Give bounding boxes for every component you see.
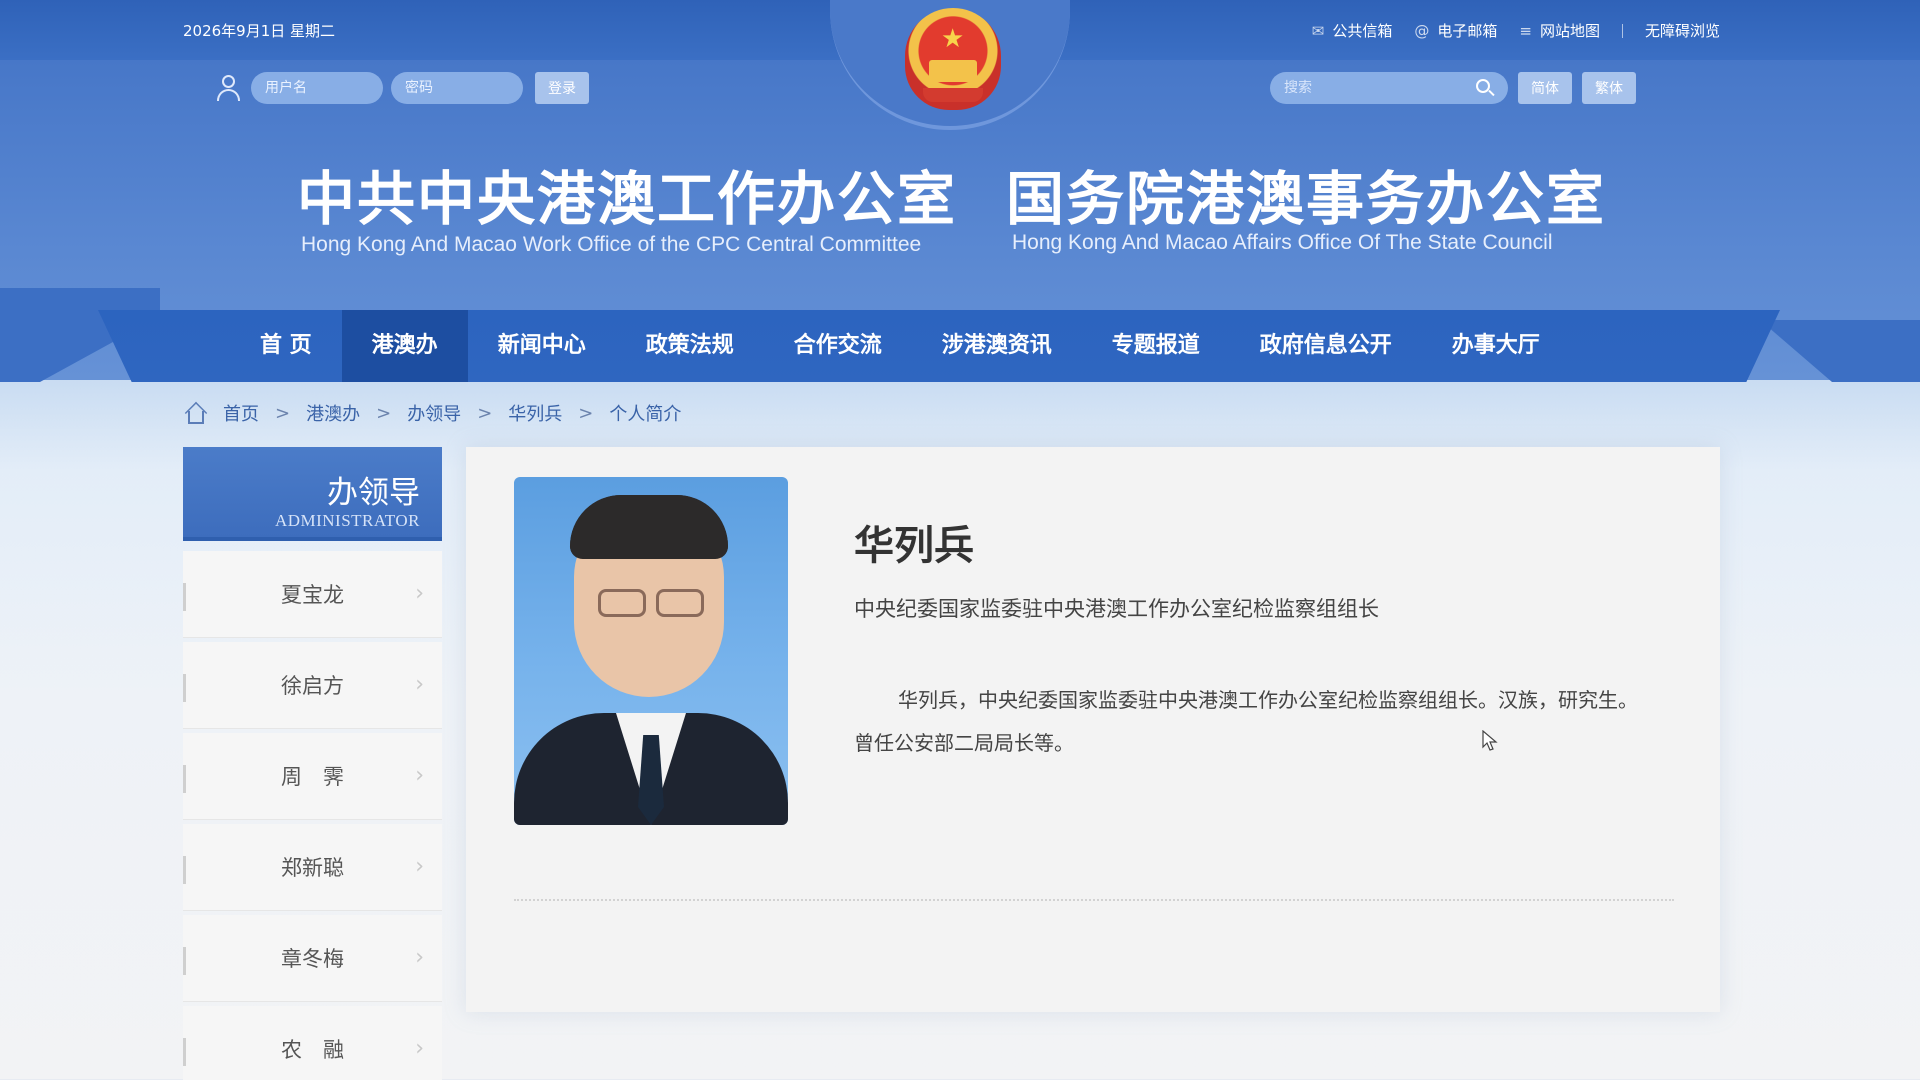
sidebar-item-leader[interactable]: 章冬梅 › (183, 915, 442, 1001)
user-icon-head (222, 75, 235, 88)
sidebar-item-label: 徐启方 (281, 674, 344, 698)
sitemap-link[interactable]: ≡ 网站地图 (1519, 20, 1600, 41)
item-marker (183, 674, 186, 702)
nav-item-policy[interactable]: 政策法规 (616, 310, 764, 382)
portrait-hair-top (570, 495, 728, 559)
breadcrumb-person[interactable]: 华列兵 (508, 400, 562, 426)
user-icon (215, 73, 241, 103)
profile-bio: 华列兵，中央纪委国家监委驻中央港澳工作办公室纪检监察组组长。汉族，研究生。曾任公… (854, 688, 1638, 755)
chevron-right-icon: › (415, 854, 424, 879)
sidebar-item-label: 农 融 (281, 1038, 344, 1062)
sidebar-item-leader[interactable]: 郑新聪 › (183, 824, 442, 910)
item-marker (183, 856, 186, 884)
chevron-right-icon: › (415, 945, 424, 970)
email-link-label: 电子邮箱 (1437, 22, 1498, 40)
sidebar-subtitle: ADMINISTRATOR (274, 511, 420, 530)
item-marker (183, 1038, 186, 1066)
sidebar-title: 办领导 (327, 475, 420, 511)
username-input[interactable] (251, 72, 383, 104)
item-marker (183, 947, 186, 975)
breadcrumb-separator: > (275, 402, 291, 424)
profile-name: 华列兵 (854, 523, 974, 569)
breadcrumb: 首页 > 港澳办 > 办领导 > 华列兵 > 个人简介 (183, 400, 681, 426)
link-divider (1621, 23, 1623, 38)
sidebar-item-leader[interactable]: 周 霁 › (183, 733, 442, 819)
national-emblem-icon: ★ (905, 8, 1001, 110)
sidebar-header: 办领导 ADMINISTRATOR (183, 447, 442, 541)
breadcrumb-separator: > (578, 402, 594, 424)
password-input[interactable] (391, 72, 523, 104)
search-icon-handle (1488, 89, 1495, 97)
breadcrumb-separator: > (477, 402, 493, 424)
main-nav: 首 页 港澳办 新闻中心 政策法规 合作交流 涉港澳资讯 专题报道 政府信息公开… (230, 310, 1570, 382)
search-box (1270, 72, 1508, 104)
sidebar-item-label: 郑新聪 (281, 856, 344, 880)
nav-item-news[interactable]: 新闻中心 (468, 310, 616, 382)
list-icon: ≡ (1519, 21, 1532, 40)
at-icon: @ (1414, 21, 1430, 40)
sidebar-item-label: 夏宝龙 (281, 583, 344, 607)
login-button[interactable]: 登录 (535, 72, 589, 104)
accessibility-link[interactable]: 无障碍浏览 (1645, 20, 1720, 41)
content-divider (514, 899, 1674, 901)
breadcrumb-leaders[interactable]: 办领导 (407, 400, 461, 426)
chevron-right-icon: › (415, 1036, 424, 1061)
sitemap-link-label: 网站地图 (1539, 22, 1600, 40)
breadcrumb-home[interactable]: 首页 (223, 400, 259, 426)
sidebar-item-leader[interactable]: 农 融 › (183, 1006, 442, 1080)
star-icon: ★ (941, 24, 965, 54)
breadcrumb-separator: > (376, 402, 392, 424)
nav-item-cooperation[interactable]: 合作交流 (764, 310, 912, 382)
breadcrumb-office[interactable]: 港澳办 (306, 400, 360, 426)
search-area: 简体 繁体 (1270, 72, 1636, 104)
sidebar-item-leader[interactable]: 夏宝龙 › (183, 551, 442, 637)
user-icon-body (217, 89, 240, 101)
current-date: 2026年9月1日 星期二 (183, 22, 336, 40)
ribbon-shape (923, 88, 983, 102)
simplified-chinese-button[interactable]: 简体 (1518, 72, 1572, 104)
title-left-en: Hong Kong And Macao Work Office of the C… (301, 233, 922, 256)
chevron-right-icon: › (415, 581, 424, 606)
top-links: ✉ 公共信箱 @ 电子邮箱 ≡ 网站地图 无障碍浏览 (1312, 20, 1720, 41)
sidebar-item-leader[interactable]: 徐启方 › (183, 642, 442, 728)
nav-item-hkmacao-info[interactable]: 涉港澳资讯 (912, 310, 1082, 382)
chevron-right-icon: › (415, 763, 424, 788)
breadcrumb-profile: 个人简介 (609, 404, 682, 425)
chevron-right-icon: › (415, 672, 424, 697)
portrait-photo (514, 477, 788, 825)
gate-shape (929, 60, 977, 82)
mailbox-link-label: 公共信箱 (1332, 22, 1393, 40)
portrait-glasses-left (598, 589, 646, 617)
title-right-cn: 国务院港澳事务办公室 (1006, 165, 1607, 233)
nav-item-office[interactable]: 港澳办 (341, 310, 468, 382)
home-icon[interactable] (183, 401, 209, 425)
title-right-en: Hong Kong And Macao Affairs Office Of Th… (1012, 231, 1553, 254)
mailbox-link[interactable]: ✉ 公共信箱 (1312, 20, 1393, 41)
home-icon-house (188, 411, 204, 424)
search-icon[interactable] (1476, 79, 1495, 97)
sidebar-list: 夏宝龙 › 徐启方 › 周 霁 › 郑新聪 › 章冬梅 › 农 融 › (183, 551, 442, 1080)
search-input[interactable] (1270, 72, 1508, 104)
accessibility-link-label: 无障碍浏览 (1644, 22, 1720, 40)
item-marker (183, 765, 186, 793)
nav-item-special-reports[interactable]: 专题报道 (1082, 310, 1230, 382)
item-marker (183, 583, 186, 611)
nav-item-home[interactable]: 首 页 (230, 310, 342, 382)
sidebar-item-label: 周 霁 (281, 765, 344, 789)
sidebar-item-label: 章冬梅 (281, 947, 344, 971)
nav-item-gov-info[interactable]: 政府信息公开 (1230, 310, 1422, 382)
portrait-glasses-right (656, 589, 704, 617)
email-link[interactable]: @ 电子邮箱 (1414, 20, 1497, 41)
title-left-cn: 中共中央港澳工作办公室 (297, 165, 958, 233)
profile-position: 中央纪委国家监委驻中央港澳工作办公室纪检监察组组长 (854, 597, 1379, 621)
traditional-chinese-button[interactable]: 繁体 (1582, 72, 1636, 104)
mail-icon: ✉ (1311, 21, 1325, 40)
profile-panel: 华列兵 中央纪委国家监委驻中央港澳工作办公室纪检监察组组长 华列兵，中央纪委国家… (466, 447, 1720, 1012)
nav-item-services[interactable]: 办事大厅 (1422, 310, 1570, 382)
login-form: 登录 (215, 72, 589, 104)
mouse-cursor-icon (1482, 730, 1498, 751)
